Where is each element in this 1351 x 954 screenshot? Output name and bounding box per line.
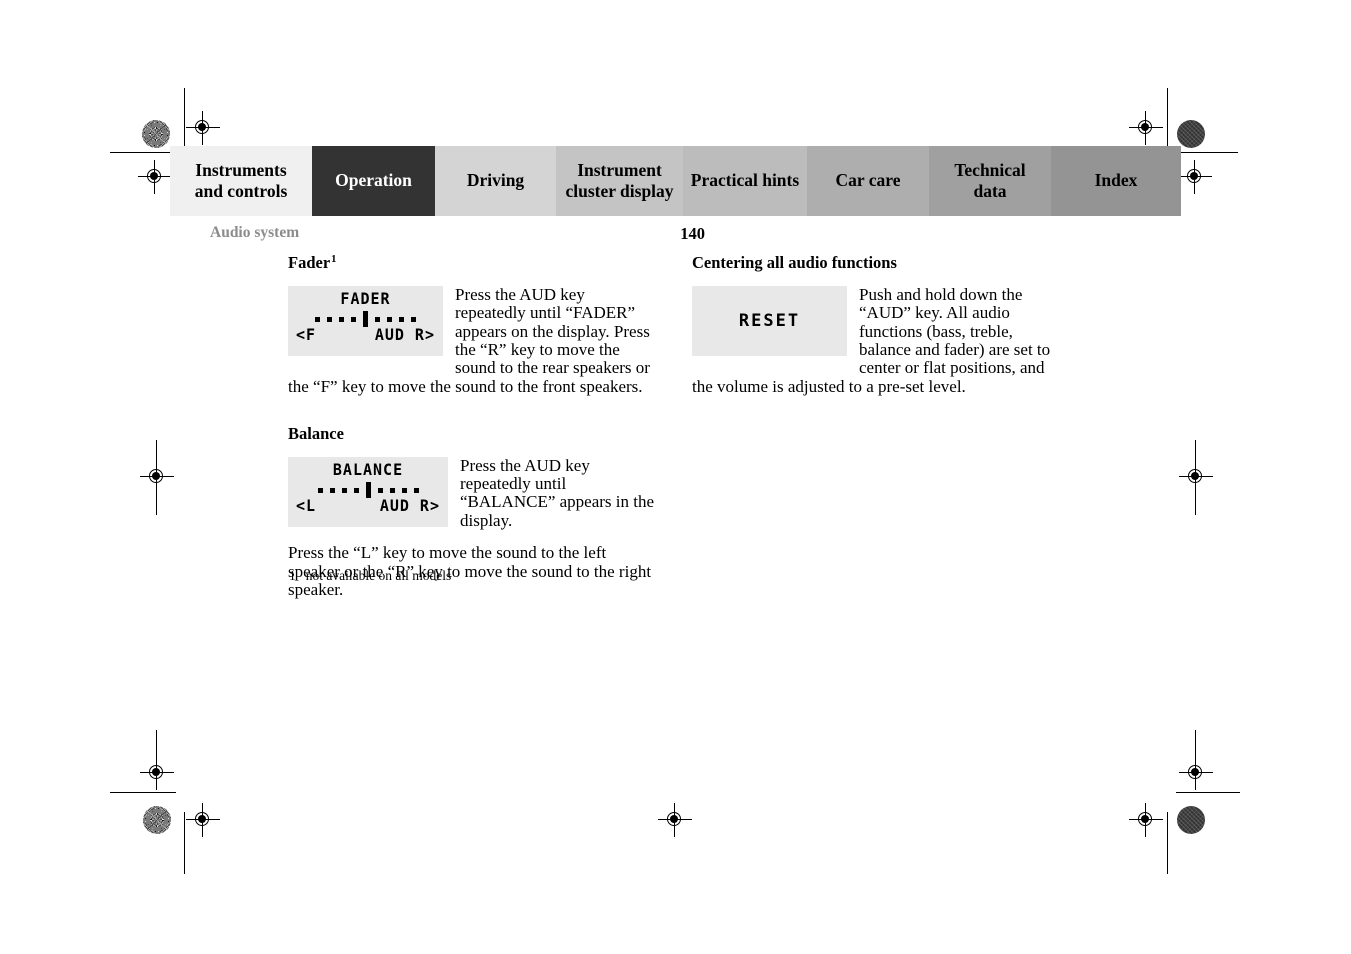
- tab-label-line2: cluster display: [565, 181, 674, 201]
- scale-dot: [399, 316, 404, 322]
- tab-label-line2: data: [973, 181, 1007, 201]
- lcd-display-reset: RESET: [692, 285, 847, 356]
- tab-instruments-and-controls[interactable]: Instruments and controls: [170, 146, 312, 216]
- centering-block: RESET Push and hold down the “AUD” key. …: [692, 285, 1062, 396]
- lcd-display-balance: BALANCE <L AUD R>: [288, 456, 448, 527]
- registration-mark-icon: [186, 803, 220, 837]
- content-column-right: Centering all audio functions RESET Push…: [692, 253, 1062, 396]
- tab-label-line1: Car care: [835, 170, 901, 191]
- tab-label-line1: Driving: [466, 170, 525, 191]
- scale-dot: [377, 487, 383, 493]
- rosette-mark-icon: [142, 120, 170, 148]
- tab-label-line1: Technical: [954, 159, 1026, 180]
- registration-mark-icon: [1178, 160, 1212, 194]
- content-column-left: Fader1 FADER <F AUD R> Press the AUD key…: [288, 253, 655, 599]
- tab-label-line1: Instruments: [195, 159, 287, 180]
- scale-dot: [353, 487, 359, 493]
- footnote: 1 not available on all models: [289, 568, 451, 584]
- tab-practical-hints[interactable]: Practical hints: [683, 146, 807, 216]
- registration-mark-icon: [1129, 803, 1163, 837]
- lcd-left-key-balance: <L: [296, 496, 317, 515]
- registration-mark-icon: [140, 756, 174, 790]
- footnote-marker: 1: [331, 253, 337, 265]
- registration-mark-icon: [138, 160, 172, 194]
- tab-operation[interactable]: Operation: [312, 146, 435, 216]
- scale-dot: [315, 316, 320, 322]
- tab-label-line1: Instrument: [577, 159, 662, 180]
- tab-index[interactable]: Index: [1051, 146, 1181, 216]
- footnote-number: 1: [289, 568, 296, 583]
- scale-dot: [317, 487, 323, 493]
- footnote-text: not available on all models: [305, 568, 452, 583]
- tab-label-line1: Practical hints: [690, 170, 800, 191]
- lcd-right-key-fader: AUD R>: [374, 325, 435, 344]
- lcd-title-balance: BALANCE: [332, 460, 404, 480]
- scale-dot: [339, 316, 344, 322]
- crop-mark-line: [110, 152, 176, 153]
- running-head: Audio system 140: [210, 224, 1170, 244]
- scale-center-marker: [365, 481, 371, 498]
- crop-mark-line: [156, 730, 157, 760]
- crop-mark-line: [1167, 88, 1168, 152]
- section-heading-centering: Centering all audio functions: [692, 253, 1062, 273]
- tab-label-line2: and controls: [194, 181, 288, 201]
- scale-dot: [387, 316, 392, 322]
- lcd-title-reset: RESET: [738, 310, 801, 331]
- lcd-left-key-fader: <F: [296, 325, 317, 344]
- crop-mark-line: [110, 792, 176, 793]
- manual-page: Instruments and controls Operation Drivi…: [0, 0, 1351, 954]
- lcd-display-fader: FADER <F AUD R>: [288, 285, 443, 356]
- tab-label-line1: Operation: [335, 170, 412, 191]
- section-heading-balance: Balance: [288, 424, 655, 444]
- density-patch-icon: [1177, 806, 1205, 834]
- section-heading-fader-text: Fader: [288, 253, 331, 272]
- registration-mark-icon: [1129, 111, 1163, 145]
- section-heading-balance-text: Balance: [288, 423, 344, 443]
- scale-dot: [341, 487, 347, 493]
- section-heading-centering-text: Centering all audio functions: [692, 253, 897, 272]
- scale-dot: [375, 316, 380, 322]
- registration-mark-icon: [658, 803, 692, 837]
- crop-mark-line: [184, 88, 185, 152]
- lcd-bottom-row-balance: <L AUD R>: [296, 496, 440, 515]
- fader-block: FADER <F AUD R> Press the AUD key repeat…: [288, 285, 655, 396]
- tab-technical-data[interactable]: Technical data: [929, 146, 1051, 216]
- scale-dot: [401, 487, 407, 493]
- lcd-right-key-balance: AUD R>: [379, 496, 440, 515]
- crop-mark-line: [1195, 440, 1196, 515]
- scale-center-marker: [363, 310, 368, 327]
- scale-dot: [329, 487, 335, 493]
- section-tab-bar: Instruments and controls Operation Drivi…: [170, 146, 1181, 216]
- section-heading-fader: Fader1: [288, 253, 655, 273]
- tab-car-care[interactable]: Car care: [807, 146, 929, 216]
- registration-mark-icon: [1179, 460, 1213, 494]
- crop-mark-line: [1176, 152, 1238, 153]
- rosette-mark-icon: [143, 806, 171, 834]
- registration-mark-icon: [186, 111, 220, 145]
- crop-mark-line: [1167, 812, 1168, 874]
- registration-mark-icon: [140, 460, 174, 494]
- crop-mark-line: [1195, 730, 1196, 760]
- scale-dot: [413, 487, 419, 493]
- lcd-title-fader: FADER: [340, 289, 391, 309]
- density-patch-icon: [1177, 120, 1205, 148]
- scale-dot: [389, 487, 395, 493]
- scale-dot: [411, 316, 416, 322]
- scale-dot: [351, 316, 356, 322]
- tab-driving[interactable]: Driving: [435, 146, 556, 216]
- tab-instrument-cluster-display[interactable]: Instrument cluster display: [556, 146, 683, 216]
- crop-mark-line: [184, 812, 185, 874]
- tab-label-line1: Index: [1094, 170, 1138, 191]
- crop-mark-line: [156, 440, 157, 515]
- page-number: 140: [680, 224, 705, 243]
- crop-mark-line: [1176, 792, 1240, 793]
- lcd-scale-balance: [296, 481, 440, 498]
- scale-dot: [327, 316, 332, 322]
- lcd-scale-fader: [296, 310, 435, 327]
- registration-mark-icon: [1179, 756, 1213, 790]
- lcd-bottom-row-fader: <F AUD R>: [296, 325, 435, 344]
